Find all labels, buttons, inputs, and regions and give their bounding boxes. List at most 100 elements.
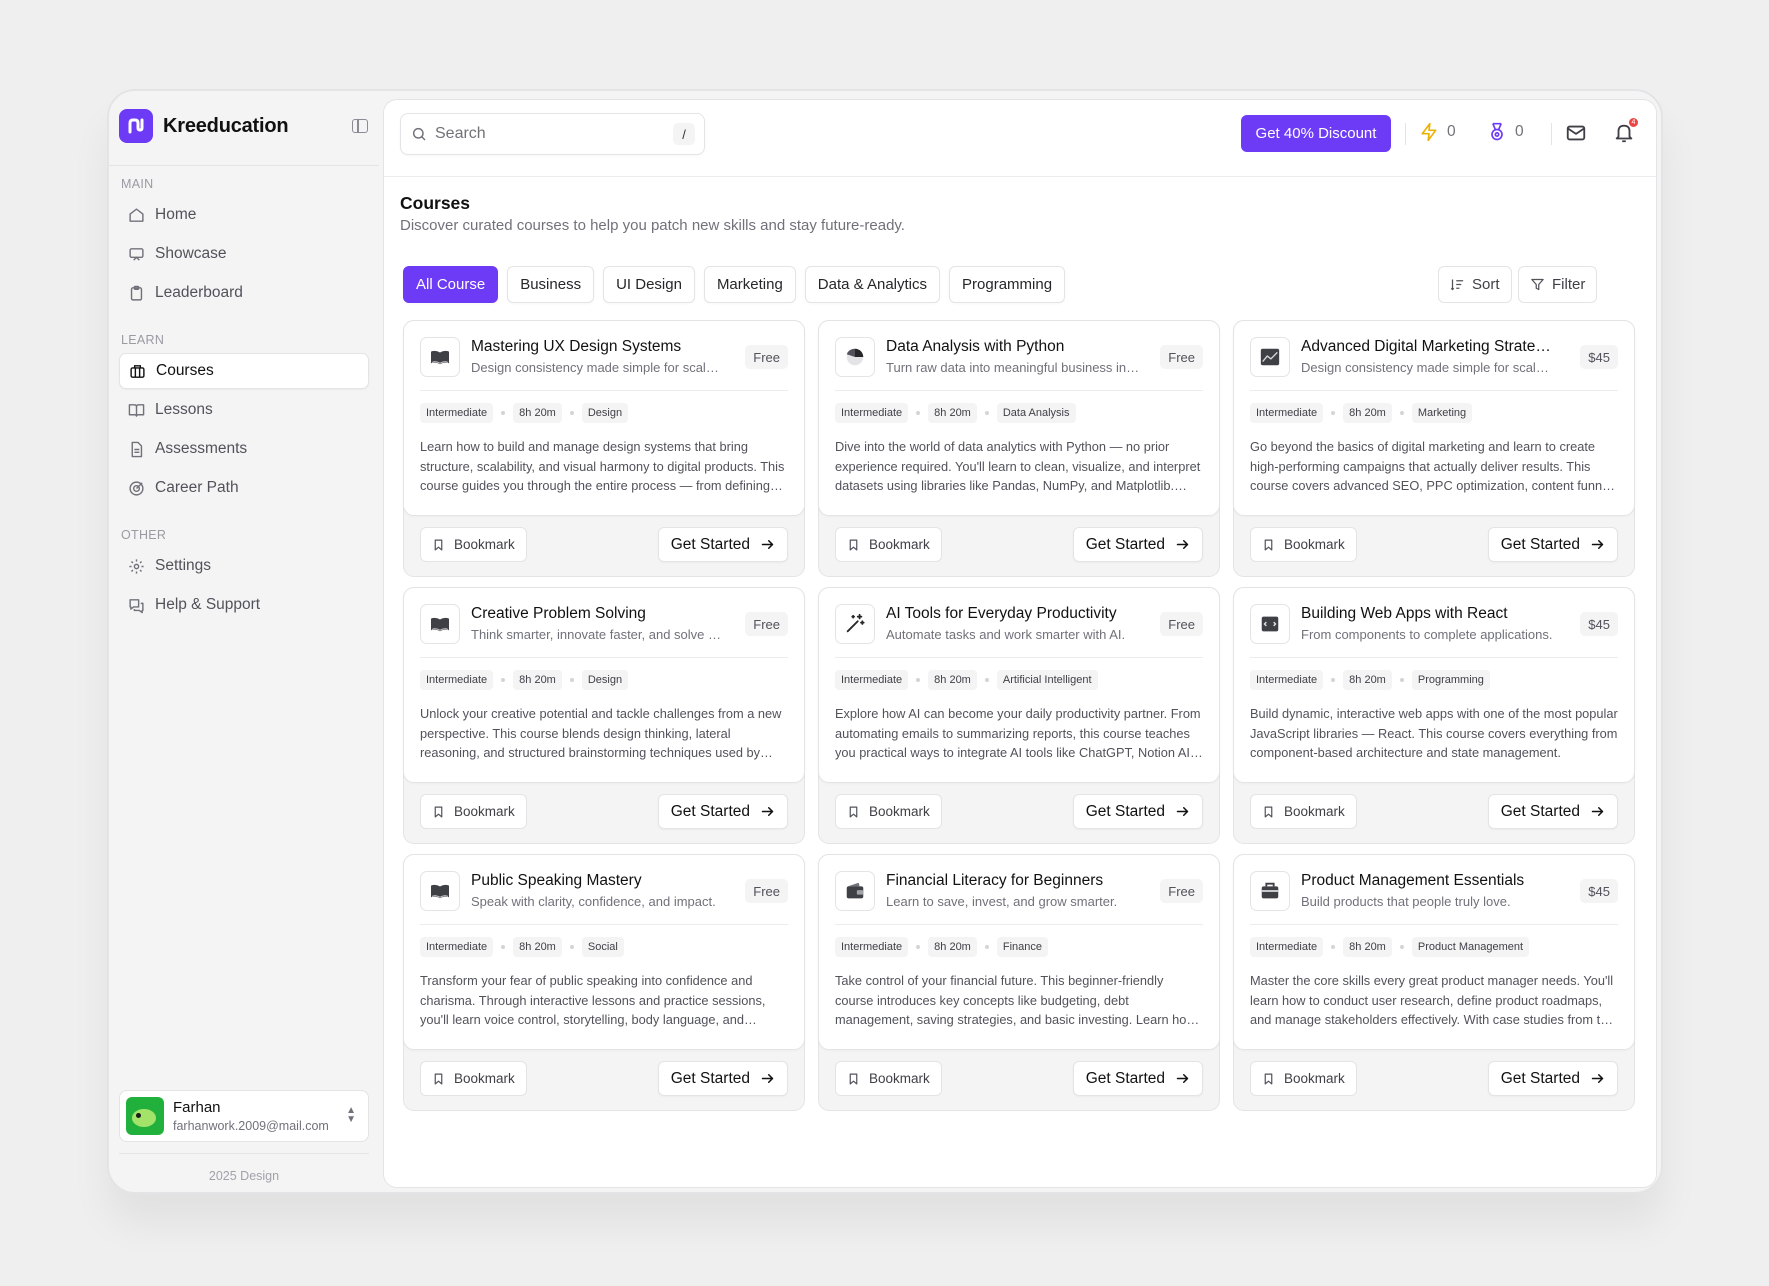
sidebar-item-courses[interactable]: Courses bbox=[119, 353, 369, 389]
get-started-button[interactable]: Get Started bbox=[657, 794, 788, 829]
divider bbox=[1250, 390, 1618, 391]
price-badge: $45 bbox=[1580, 879, 1618, 903]
sidebar-item-career-path[interactable]: Career Path bbox=[119, 470, 369, 506]
arrow-right-icon bbox=[1591, 540, 1604, 549]
sidebar-item-settings[interactable]: Settings bbox=[119, 548, 369, 584]
discount-button[interactable]: Get 40% Discount bbox=[1241, 115, 1391, 152]
course-meta: Intermediate 8h 20m Product Management bbox=[1250, 937, 1530, 957]
sidebar-item-help-support[interactable]: Help & Support bbox=[119, 587, 369, 623]
section-label-other: OTHER bbox=[121, 528, 167, 542]
get-started-button[interactable]: Get Started bbox=[1072, 527, 1203, 562]
bookmark-label: Bookmark bbox=[869, 1071, 930, 1086]
sidebar-item-lessons[interactable]: Lessons bbox=[119, 392, 369, 428]
medals-stat[interactable]: 0 bbox=[1487, 122, 1524, 142]
get-started-button[interactable]: Get Started bbox=[1487, 794, 1618, 829]
divider bbox=[835, 657, 1203, 658]
category-tag: Design bbox=[581, 670, 629, 690]
level-tag: Intermediate bbox=[835, 670, 909, 690]
mail-button[interactable] bbox=[1564, 121, 1588, 145]
course-subtitle: Think smarter, innovate faster, and solv… bbox=[471, 627, 726, 642]
course-title: Product Management Essentials bbox=[1301, 872, 1525, 889]
bookmark-button[interactable]: Bookmark bbox=[835, 1061, 942, 1096]
course-card: Data Analysis with Python Turn raw data … bbox=[818, 320, 1220, 577]
get-started-button[interactable]: Get Started bbox=[1072, 794, 1203, 829]
user-card[interactable]: Farhan farhanwork.2009@mail.com ▲ ▼ bbox=[119, 1090, 369, 1142]
divider bbox=[119, 1153, 369, 1154]
course-subtitle: Speak with clarity, confidence, and impa… bbox=[471, 894, 716, 909]
sidebar-item-label: Leaderboard bbox=[155, 284, 243, 301]
bookmark-button[interactable]: Bookmark bbox=[420, 1061, 527, 1096]
course-meta: Intermediate 8h 20m Marketing bbox=[1250, 403, 1473, 423]
price-badge: Free bbox=[1160, 345, 1203, 369]
help-icon bbox=[129, 598, 144, 613]
get-started-button[interactable]: Get Started bbox=[1072, 1061, 1203, 1096]
price-badge: Free bbox=[1160, 612, 1203, 636]
dot-separator bbox=[501, 411, 506, 415]
duration-tag: 8h 20m bbox=[1343, 937, 1392, 957]
get-started-button[interactable]: Get Started bbox=[657, 527, 788, 562]
chart-icon bbox=[1250, 337, 1290, 377]
course-meta: Intermediate 8h 20m Data Analysis bbox=[835, 403, 1076, 423]
duration-tag: 8h 20m bbox=[513, 670, 562, 690]
get-started-label: Get Started bbox=[1500, 1069, 1580, 1087]
get-started-label: Get Started bbox=[1500, 535, 1580, 553]
dot-separator bbox=[916, 411, 921, 415]
code-icon bbox=[1250, 604, 1290, 644]
bookmark-button[interactable]: Bookmark bbox=[835, 794, 942, 829]
bookmark-button[interactable]: Bookmark bbox=[1250, 527, 1357, 562]
bookmark-button[interactable]: Bookmark bbox=[1250, 1061, 1357, 1096]
notification-button[interactable]: 4 bbox=[1612, 117, 1639, 145]
sidebar-collapse-icon[interactable] bbox=[352, 119, 368, 133]
sidebar-item-home[interactable]: Home bbox=[119, 197, 369, 233]
bookmark-button[interactable]: Bookmark bbox=[420, 794, 527, 829]
sidebar-item-assessments[interactable]: Assessments bbox=[119, 431, 369, 467]
divider bbox=[109, 165, 379, 166]
tab-marketing[interactable]: Marketing bbox=[703, 266, 796, 303]
level-tag: Intermediate bbox=[835, 403, 909, 423]
filter-icon bbox=[1531, 278, 1544, 291]
dot-separator bbox=[569, 945, 574, 949]
search-box[interactable]: / bbox=[400, 113, 705, 155]
bookmark-label: Bookmark bbox=[454, 537, 515, 552]
chevron-up-down-icon[interactable]: ▲ ▼ bbox=[346, 1106, 356, 1125]
sidebar-item-label: Assessments bbox=[155, 440, 248, 457]
level-tag: Intermediate bbox=[420, 670, 494, 690]
category-tag: Artificial Intelligent bbox=[996, 670, 1098, 690]
course-card: Creative Problem Solving Think smarter, … bbox=[403, 587, 805, 844]
dot-separator bbox=[916, 678, 921, 682]
course-description: Go beyond the basics of digital marketin… bbox=[1250, 439, 1619, 493]
dot-separator bbox=[501, 678, 506, 682]
course-meta: Intermediate 8h 20m Finance bbox=[835, 937, 1048, 957]
course-meta: Intermediate 8h 20m Programming bbox=[1250, 670, 1490, 690]
get-started-button[interactable]: Get Started bbox=[657, 1061, 788, 1096]
sort-button[interactable]: Sort bbox=[1438, 266, 1512, 303]
bookmark-label: Bookmark bbox=[869, 804, 930, 819]
brand[interactable]: Kreeducation bbox=[119, 109, 289, 143]
tab-data-analytics[interactable]: Data & Analytics bbox=[804, 266, 941, 303]
topbar: / Get 40% Discount 0 0 4 bbox=[384, 100, 1656, 177]
arrow-right-icon bbox=[1176, 540, 1189, 549]
sidebar-item-label: Settings bbox=[155, 557, 212, 574]
dot-separator bbox=[1331, 945, 1336, 949]
sidebar-item-leaderboard[interactable]: Leaderboard bbox=[119, 275, 369, 311]
bookmark-button[interactable]: Bookmark bbox=[420, 527, 527, 562]
filter-button[interactable]: Filter bbox=[1518, 266, 1598, 303]
divider bbox=[835, 924, 1203, 925]
price-badge: Free bbox=[745, 879, 788, 903]
search-input[interactable] bbox=[435, 125, 665, 143]
bookmark-button[interactable]: Bookmark bbox=[835, 527, 942, 562]
category-tag: Product Management bbox=[1411, 937, 1530, 957]
tab-all-course[interactable]: All Course bbox=[403, 266, 499, 303]
bookmark-button[interactable]: Bookmark bbox=[1250, 794, 1357, 829]
points-stat[interactable]: 0 bbox=[1419, 122, 1456, 142]
tab-programming[interactable]: Programming bbox=[949, 266, 1066, 303]
get-started-button[interactable]: Get Started bbox=[1487, 1061, 1618, 1096]
tab-business[interactable]: Business bbox=[507, 266, 595, 303]
price-badge: $45 bbox=[1580, 612, 1618, 636]
dot-separator bbox=[1331, 678, 1336, 682]
get-started-button[interactable]: Get Started bbox=[1487, 527, 1618, 562]
bookmark-icon bbox=[434, 539, 443, 550]
tab-ui-design[interactable]: UI Design bbox=[603, 266, 695, 303]
sidebar-item-showcase[interactable]: Showcase bbox=[119, 236, 369, 272]
course-subtitle: Design consistency made simple for scala… bbox=[1301, 360, 1556, 375]
